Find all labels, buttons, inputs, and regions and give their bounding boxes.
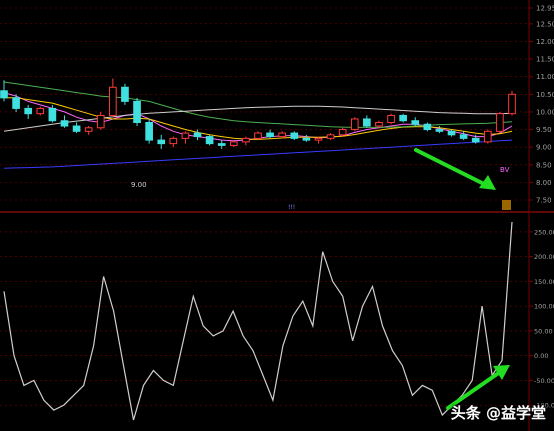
candlestick — [109, 78, 117, 118]
price-tick-label: 9.50 — [536, 126, 552, 134]
candlestick — [302, 134, 311, 142]
price-tick-label: 10.00 — [536, 108, 554, 116]
candlestick — [496, 111, 504, 134]
candlestick — [229, 140, 238, 148]
bv-marker-box — [502, 200, 511, 210]
moving-average-lines — [3, 81, 513, 169]
oscillator-tick-label: 200.00 — [534, 253, 554, 261]
candlestick — [0, 80, 8, 102]
oscillator-tick-label: 50.00 — [534, 327, 553, 335]
price-tick-label: 9.00 — [536, 144, 552, 152]
candlestick — [350, 117, 359, 132]
candlestick — [217, 140, 226, 149]
down-arrow-annotation — [414, 148, 496, 190]
candlestick — [326, 133, 335, 141]
price-tick-label: 7.50 — [536, 197, 552, 205]
stock-chart-canvas: 12.95 12.50 12.00 11.50 11.00 10.50 10.00 9.50 9… — [0, 0, 554, 431]
candlestick — [157, 134, 166, 149]
candlestick — [411, 117, 420, 127]
candlestick — [483, 129, 492, 144]
candlestick — [459, 131, 468, 141]
oscillator-panel: 250.00200.00150.00100.0050.000.00-50.00-… — [3, 221, 554, 421]
candlestick — [387, 113, 395, 125]
price-tick-label: 11.50 — [536, 56, 554, 64]
indicator-label: BV — [500, 166, 510, 174]
oscillator-line — [3, 221, 513, 421]
price-tick-label: 10.50 — [536, 91, 554, 99]
oscillator-axis: 250.00200.00150.00100.0050.000.00-50.00-… — [529, 228, 554, 410]
candlestick — [423, 122, 432, 132]
price-tick-label: 12.95 — [536, 5, 554, 13]
low-price-label: 9.00 — [131, 181, 147, 189]
candlestick — [96, 111, 105, 130]
candlestick — [205, 134, 214, 146]
candlestick — [145, 118, 153, 144]
price-tick-label: 8.50 — [536, 161, 552, 169]
price-tick-label: 12.50 — [536, 20, 554, 28]
candlestick — [193, 129, 202, 141]
candlestick — [36, 106, 45, 116]
candlestick — [121, 83, 129, 105]
watermark: 头条 @益学堂 — [450, 404, 546, 422]
candlestick — [133, 97, 141, 127]
candlestick — [290, 131, 299, 141]
price-tick-label: 11.00 — [536, 73, 554, 81]
moving-average-line — [3, 139, 513, 169]
oscillator-tick-label: 250.00 — [534, 228, 554, 236]
oscillator-tick-label: 150.00 — [534, 278, 554, 286]
candlestick — [242, 136, 250, 146]
candlestick — [508, 90, 516, 116]
oscillator-tick-label: 100.00 — [534, 303, 554, 311]
candlestick — [363, 115, 371, 128]
candlestick — [24, 104, 33, 119]
oscillator-tick-label: 0.00 — [534, 352, 548, 360]
price-panel: 12.95 12.50 12.00 11.50 11.00 10.50 10.00 9.50 9… — [0, 5, 554, 211]
candlestick — [278, 131, 287, 139]
price-axis: 12.95 12.50 12.00 11.50 11.00 10.50 10.00 9.50 9… — [529, 5, 554, 205]
candlestick — [254, 131, 262, 141]
candlestick — [60, 115, 69, 128]
candlestick — [72, 122, 81, 134]
candlesticks — [0, 78, 516, 149]
candlestick — [84, 126, 93, 135]
candlestick — [266, 129, 274, 139]
price-tick-label: 12.00 — [536, 38, 554, 46]
candlestick — [169, 136, 178, 148]
candlestick — [338, 127, 347, 137]
candlestick — [435, 126, 444, 134]
candlestick — [375, 120, 383, 128]
candlestick — [399, 113, 407, 123]
price-tick-label: 8.00 — [536, 179, 552, 187]
oscillator-tick-label: -50.00 — [534, 377, 554, 385]
event-marker: !!! — [288, 204, 295, 211]
chart-grid — [0, 7, 529, 406]
candlestick — [181, 131, 190, 144]
